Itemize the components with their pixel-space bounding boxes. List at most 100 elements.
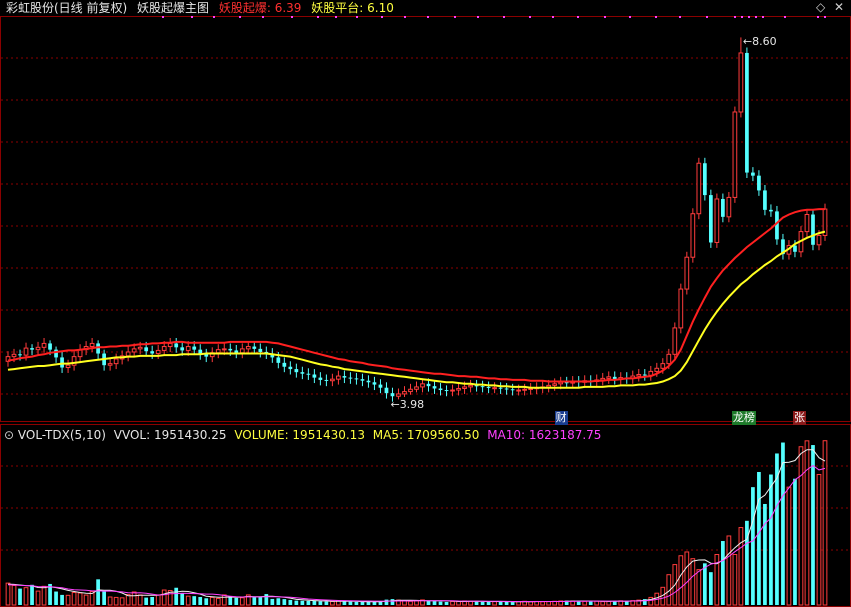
volume-bar	[5, 582, 11, 606]
high-price-label: 8.60	[752, 35, 777, 49]
volume-bar	[769, 474, 773, 605]
diamond-icon[interactable]: ◇	[816, 0, 825, 14]
candle-body	[113, 358, 119, 365]
volume-bar	[504, 601, 509, 605]
candle-body	[48, 343, 52, 350]
volume-bar	[137, 594, 143, 606]
volume-bar	[763, 503, 767, 605]
candle	[96, 340, 100, 359]
signal-dot	[239, 16, 241, 18]
volume-bar	[402, 600, 407, 606]
signal-dot	[477, 16, 479, 18]
candle-body	[763, 190, 767, 210]
candle-body	[402, 391, 407, 395]
candle-body	[546, 384, 552, 388]
volume-bar	[276, 598, 281, 605]
candle-body	[522, 388, 527, 391]
signal-dot	[755, 16, 757, 18]
volume-bar	[540, 601, 546, 606]
volume-bar	[811, 445, 815, 605]
close-icon[interactable]: ✕	[834, 0, 844, 14]
candle	[678, 283, 684, 334]
volume-bar	[65, 594, 71, 606]
volume-bar	[119, 597, 125, 606]
candle	[258, 343, 263, 358]
signal-dot	[817, 16, 819, 18]
volume-bar	[77, 592, 83, 606]
candle	[468, 379, 473, 393]
candle-body	[318, 377, 323, 380]
candle-body	[342, 376, 347, 378]
candle	[528, 383, 534, 395]
candle	[498, 382, 503, 394]
signal-dot	[552, 16, 554, 18]
candle	[150, 345, 155, 359]
candle-body	[54, 349, 58, 358]
candle-body	[228, 348, 233, 351]
candle-body	[558, 381, 564, 385]
candle	[71, 351, 77, 371]
volume-bar	[414, 600, 419, 606]
candle	[288, 361, 293, 375]
candle	[606, 371, 612, 384]
candle-body	[354, 378, 359, 380]
indicator-name[interactable]: 妖股起爆主图	[137, 1, 209, 15]
candle	[5, 351, 11, 367]
volume-bar	[798, 446, 804, 606]
volume-bar	[366, 601, 371, 605]
volume-bar	[192, 596, 197, 605]
candle	[612, 371, 617, 385]
dragon-tiger-list-badge[interactable]: 龙榜	[731, 411, 756, 425]
candle-body	[161, 346, 167, 351]
volume-ma10-curve	[7, 464, 826, 602]
signal-dot	[741, 16, 743, 18]
vvol-value: 1951430.25	[153, 428, 227, 442]
candle	[781, 233, 785, 260]
candle-body	[30, 348, 34, 350]
ma10-label: MA10:	[487, 428, 529, 442]
candle	[384, 382, 389, 399]
signal-dot	[262, 16, 264, 18]
signal-dot	[191, 16, 193, 18]
limit-up-badge[interactable]: 张	[792, 411, 806, 425]
candle-body	[96, 343, 100, 354]
stock-chart[interactable]	[0, 0, 851, 607]
candle	[745, 47, 749, 178]
volume-bar	[215, 597, 221, 606]
volume-bar	[594, 600, 600, 606]
volume-bar	[144, 597, 149, 605]
volume-bar	[221, 594, 227, 606]
stock-title[interactable]: 彩虹股份(日线 前复权)	[6, 1, 127, 15]
volume-bar	[450, 600, 455, 606]
candle-body	[245, 346, 251, 350]
candle	[492, 382, 497, 394]
volume-bar	[684, 551, 690, 606]
line2-value: 6.10	[367, 1, 394, 15]
candle	[113, 353, 119, 370]
collapse-circle-icon[interactable]: ⊙	[4, 428, 14, 442]
volume-bar	[426, 600, 431, 605]
volume-bar	[60, 594, 64, 605]
ma5-value: 1709560.50	[406, 428, 480, 442]
candle-body	[498, 387, 503, 389]
candle	[504, 383, 509, 395]
candle-body	[155, 349, 161, 355]
volume-bar	[745, 520, 749, 605]
volume-indicator-name[interactable]: VOL-TDX(5,10)	[18, 428, 106, 442]
candle-body	[504, 388, 509, 390]
candle	[294, 363, 299, 378]
candle-body	[438, 388, 443, 391]
candle	[672, 322, 678, 360]
vvol-label: VVOL:	[113, 428, 154, 442]
finance-report-badge[interactable]: 财	[554, 411, 568, 425]
volume-bar	[324, 601, 329, 605]
candle	[360, 373, 365, 387]
candle-body	[732, 111, 738, 198]
low-arrow-icon: ←	[390, 397, 400, 411]
candle-body	[131, 348, 137, 353]
volume-bar	[204, 598, 209, 605]
candle	[54, 346, 58, 363]
candle-body	[35, 346, 41, 351]
candle-body	[348, 377, 353, 379]
volume-bar	[624, 601, 629, 605]
